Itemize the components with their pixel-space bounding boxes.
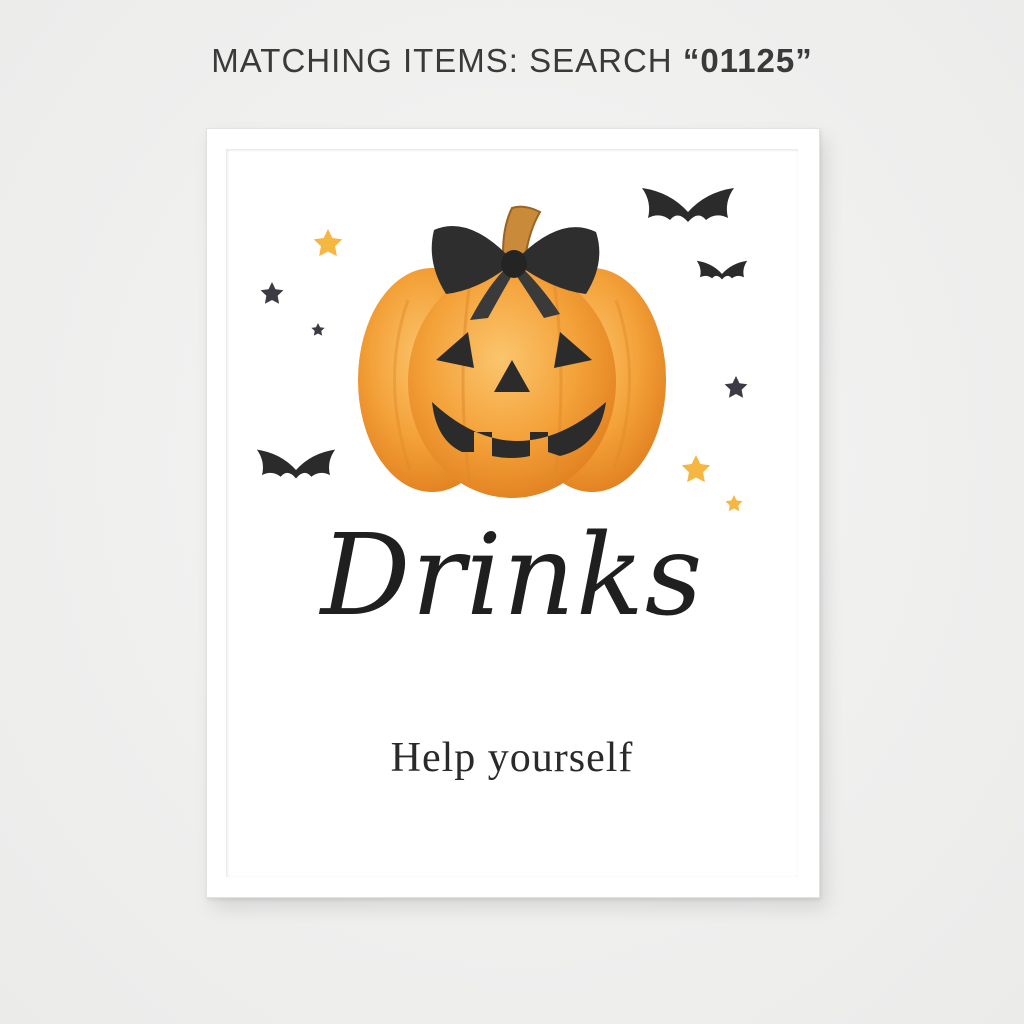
sign-title: Drinks (320, 511, 704, 641)
star-icon (313, 229, 343, 257)
wall-background: MATCHING ITEMS: SEARCH “01125” Drinks He… (0, 0, 1024, 1024)
bat-icon (696, 260, 748, 280)
star-icon (725, 495, 743, 512)
bat-icon (642, 188, 734, 222)
star-icon (724, 376, 748, 398)
sign-subtitle: Help yourself (390, 735, 634, 781)
star-icon (681, 455, 711, 483)
star-icon (260, 282, 284, 304)
star-icon (311, 323, 325, 336)
bat-icon (256, 449, 336, 479)
